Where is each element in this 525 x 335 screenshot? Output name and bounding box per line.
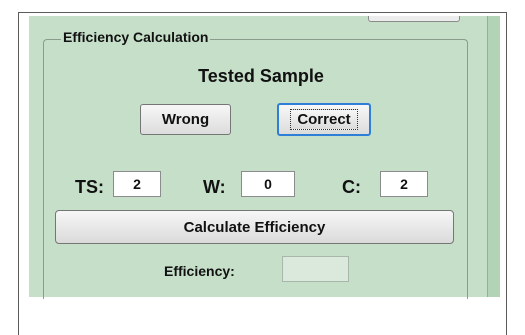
wrong-button[interactable]: Wrong: [140, 104, 231, 135]
tested-sample-title: Tested Sample: [198, 66, 324, 86]
groupbox-legend: Efficiency Calculation: [61, 29, 211, 45]
correct-button-label: Correct: [290, 109, 358, 130]
efficiency-field: [282, 256, 349, 282]
wrong-button-label: Wrong: [161, 111, 210, 128]
right-scroll-strip[interactable]: [487, 16, 500, 297]
calculate-efficiency-label: Calculate Efficiency: [183, 218, 326, 236]
ts-label: TS:: [75, 177, 104, 197]
w-field[interactable]: 0: [241, 171, 295, 197]
correct-button[interactable]: Correct: [277, 103, 371, 136]
c-label: C:: [342, 177, 361, 197]
c-field[interactable]: 2: [380, 171, 428, 197]
ts-field[interactable]: 2: [113, 171, 161, 197]
efficiency-label: Efficiency:: [164, 263, 235, 279]
top-partial-button[interactable]: [368, 16, 460, 22]
w-label: W:: [203, 177, 226, 197]
calculate-efficiency-button[interactable]: Calculate Efficiency: [55, 210, 454, 244]
